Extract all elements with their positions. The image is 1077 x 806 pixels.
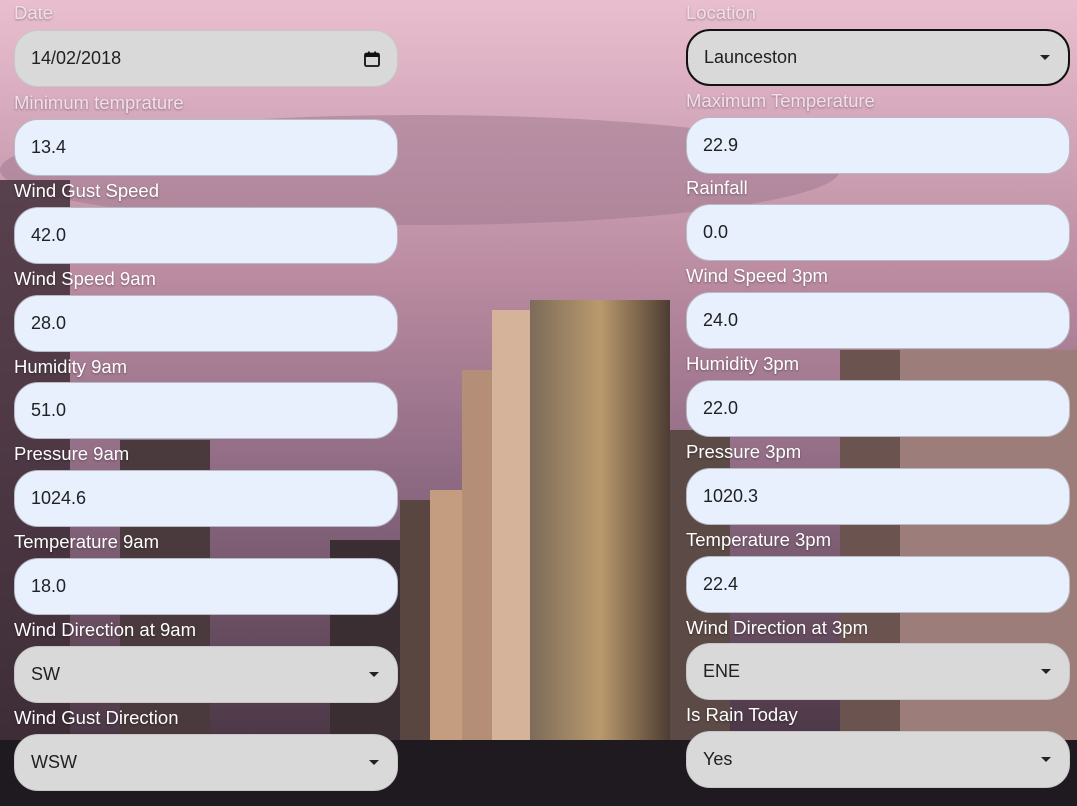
wind-speed-3pm-label: Wind Speed 3pm — [686, 265, 828, 286]
wind-dir-3pm-value: ENE — [703, 661, 741, 681]
temperature-9am-label: Temperature 9am — [14, 531, 159, 552]
chevron-down-icon — [1040, 55, 1050, 60]
chevron-down-icon — [1041, 669, 1051, 674]
location-value: Launceston — [704, 47, 798, 67]
temperature-3pm-value: 22.4 — [703, 574, 739, 594]
chevron-down-icon — [369, 760, 379, 765]
location-label: Location — [686, 2, 756, 23]
wind-dir-3pm-label: Wind Direction at 3pm — [686, 617, 868, 638]
temperature-3pm-label: Temperature 3pm — [686, 529, 831, 550]
min-temp-label: Minimum temprature — [14, 92, 184, 113]
rainfall-value: 0.0 — [703, 222, 729, 242]
wind-gust-dir-value: WSW — [31, 752, 77, 772]
min-temp-value: 13.4 — [31, 137, 67, 157]
max-temp-label: Maximum Temperature — [686, 90, 875, 111]
chevron-down-icon — [369, 672, 379, 677]
rain-today-value: Yes — [703, 749, 733, 769]
pressure-3pm-label: Pressure 3pm — [686, 441, 802, 462]
temperature-9am-input[interactable]: 18.0 — [14, 558, 398, 615]
rain-today-select[interactable]: Yes — [686, 731, 1070, 788]
max-temp-value: 22.9 — [703, 135, 739, 155]
wind-speed-3pm-input[interactable]: 24.0 — [686, 292, 1070, 349]
humidity-9am-label: Humidity 9am — [14, 356, 128, 377]
wind-dir-3pm-select[interactable]: ENE — [686, 643, 1070, 700]
pressure-3pm-input[interactable]: 1020.3 — [686, 468, 1070, 525]
min-temp-input[interactable]: 13.4 — [14, 119, 398, 176]
rain-today-label: Is Rain Today — [686, 704, 798, 725]
humidity-3pm-value: 22.0 — [703, 398, 739, 418]
wind-gust-speed-label: Wind Gust Speed — [14, 180, 159, 201]
humidity-9am-input[interactable]: 51.0 — [14, 382, 398, 439]
rainfall-label: Rainfall — [686, 177, 748, 198]
humidity-9am-value: 51.0 — [31, 400, 67, 420]
temperature-3pm-input[interactable]: 22.4 — [686, 556, 1070, 613]
pressure-3pm-value: 1020.3 — [703, 486, 759, 506]
wind-speed-9am-value: 28.0 — [31, 313, 67, 333]
pressure-9am-label: Pressure 9am — [14, 443, 130, 464]
wind-dir-9am-value: SW — [31, 664, 60, 684]
pressure-9am-value: 1024.6 — [31, 488, 87, 508]
wind-gust-speed-input[interactable]: 42.0 — [14, 207, 398, 264]
date-label: Date — [14, 2, 54, 23]
wind-gust-dir-label: Wind Gust Direction — [14, 707, 179, 728]
temperature-9am-value: 18.0 — [31, 576, 67, 596]
chevron-down-icon — [1041, 757, 1051, 762]
wind-dir-9am-select[interactable]: SW — [14, 646, 398, 703]
wind-speed-9am-input[interactable]: 28.0 — [14, 295, 398, 352]
date-input[interactable]: 14/02/2018 — [14, 30, 398, 87]
calendar-icon[interactable] — [363, 50, 381, 68]
rainfall-input[interactable]: 0.0 — [686, 204, 1070, 261]
date-value: 14/02/2018 — [31, 48, 122, 68]
wind-gust-dir-select[interactable]: WSW — [14, 734, 398, 791]
location-select[interactable]: Launceston — [686, 29, 1070, 86]
humidity-3pm-label: Humidity 3pm — [686, 353, 800, 374]
wind-gust-speed-value: 42.0 — [31, 225, 67, 245]
humidity-3pm-input[interactable]: 22.0 — [686, 380, 1070, 437]
wind-speed-9am-label: Wind Speed 9am — [14, 268, 156, 289]
max-temp-input[interactable]: 22.9 — [686, 117, 1070, 174]
pressure-9am-input[interactable]: 1024.6 — [14, 470, 398, 527]
wind-speed-3pm-value: 24.0 — [703, 310, 739, 330]
wind-dir-9am-label: Wind Direction at 9am — [14, 619, 196, 640]
